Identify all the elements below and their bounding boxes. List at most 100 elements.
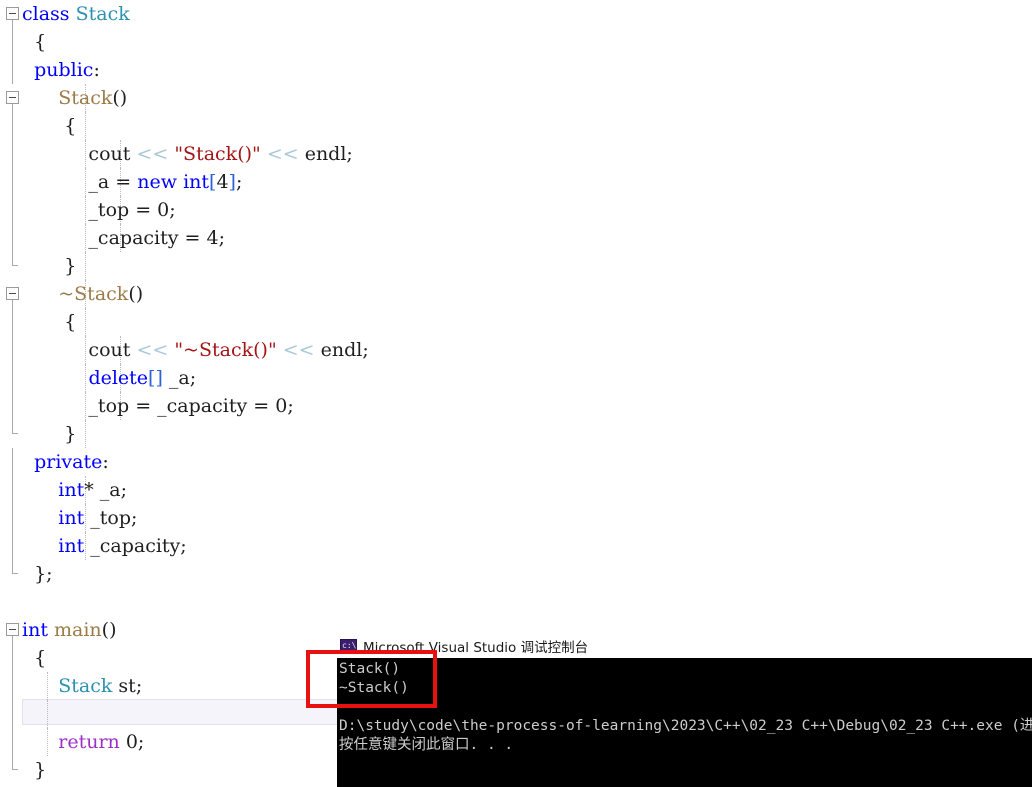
code-line[interactable]: int _top;	[0, 504, 1032, 532]
code-token: []	[148, 367, 163, 389]
editor-gutter[interactable]	[0, 728, 22, 756]
code-token: 4	[216, 171, 229, 193]
code-line[interactable]: class Stack	[0, 0, 1032, 28]
editor-gutter[interactable]	[0, 252, 22, 280]
code-token: class	[22, 3, 76, 25]
code-line-text: }	[22, 756, 46, 784]
editor-gutter[interactable]	[0, 224, 22, 252]
console-titlebar[interactable]: Microsoft Visual Studio 调试控制台	[337, 634, 1032, 658]
code-line[interactable]: {	[0, 28, 1032, 56]
code-line[interactable]: _top = 0;	[0, 196, 1032, 224]
editor-gutter[interactable]	[0, 420, 22, 448]
code-token: <<	[136, 143, 169, 165]
code-token: ;	[169, 199, 176, 221]
code-line[interactable]: };	[0, 560, 1032, 588]
code-line-text: delete[] _a;	[22, 364, 196, 392]
code-line[interactable]: _a = new int[4];	[0, 168, 1032, 196]
code-line-text: _top = _capacity = 0;	[22, 392, 293, 420]
code-token: Stack	[58, 87, 113, 109]
code-line[interactable]: ~Stack()	[0, 280, 1032, 308]
code-token: 0	[157, 199, 170, 221]
editor-gutter[interactable]	[0, 84, 22, 112]
fold-guide-line	[12, 532, 13, 560]
code-line[interactable]: int _capacity;	[0, 532, 1032, 560]
code-token: public	[22, 59, 94, 81]
code-line[interactable]: cout << "Stack()" << endl;	[0, 140, 1032, 168]
console-output-line: 按任意键关闭此窗口. . .	[339, 737, 514, 753]
fold-guide-end	[12, 420, 18, 434]
code-line[interactable]	[0, 588, 1032, 616]
code-line[interactable]: _capacity = 4;	[0, 224, 1032, 252]
debug-console-window[interactable]: Microsoft Visual Studio 调试控制台 Stack() ~St…	[337, 634, 1032, 787]
code-token: return	[58, 731, 120, 753]
code-line-text: };	[22, 560, 53, 588]
editor-gutter[interactable]	[0, 504, 22, 532]
code-token: cout	[22, 143, 137, 165]
code-token: _top = _capacity =	[22, 395, 276, 417]
editor-gutter[interactable]	[0, 0, 22, 28]
code-line[interactable]: }	[0, 420, 1032, 448]
code-token: _capacity;	[84, 535, 187, 557]
code-line[interactable]: Stack()	[0, 84, 1032, 112]
editor-gutter[interactable]	[0, 560, 22, 588]
code-token: {	[22, 311, 77, 333]
code-token: };	[22, 563, 53, 585]
code-token: _a =	[22, 171, 138, 193]
code-line[interactable]: private:	[0, 448, 1032, 476]
editor-gutter[interactable]	[0, 700, 22, 728]
code-line-text: int _top;	[22, 504, 137, 532]
code-token: st;	[112, 675, 143, 697]
code-line[interactable]: delete[] _a;	[0, 364, 1032, 392]
code-line[interactable]: int* _a;	[0, 476, 1032, 504]
console-output-area[interactable]: Stack() ~Stack() D:\study\code\the-process…	[337, 658, 1032, 787]
editor-gutter[interactable]	[0, 616, 22, 644]
fold-collapse-icon[interactable]	[6, 287, 19, 300]
editor-gutter[interactable]	[0, 28, 22, 56]
editor-gutter[interactable]	[0, 448, 22, 476]
code-line-text: {	[22, 308, 76, 336]
code-line-text: private:	[22, 448, 109, 476]
code-line[interactable]: {	[0, 112, 1032, 140]
editor-gutter[interactable]	[0, 672, 22, 700]
code-line-text: {	[22, 28, 46, 56]
code-token: "Stack()"	[168, 143, 261, 165]
editor-gutter[interactable]	[0, 308, 22, 336]
editor-gutter[interactable]	[0, 644, 22, 672]
code-token: :	[102, 451, 109, 473]
editor-gutter[interactable]	[0, 532, 22, 560]
editor-gutter[interactable]	[0, 56, 22, 84]
editor-gutter[interactable]	[0, 364, 22, 392]
editor-gutter[interactable]	[0, 140, 22, 168]
code-token: ()	[128, 283, 144, 305]
editor-gutter[interactable]	[0, 476, 22, 504]
code-token: int	[58, 535, 85, 557]
code-line-text: _capacity = 4;	[22, 224, 225, 252]
console-output-line: D:\study\code\the-process-of-learning\20…	[339, 718, 1032, 734]
editor-gutter[interactable]	[0, 336, 22, 364]
code-token: <<	[136, 339, 169, 361]
code-token: {	[22, 115, 77, 137]
fold-collapse-icon[interactable]	[6, 91, 19, 104]
code-line-text: int main()	[22, 616, 117, 644]
code-line[interactable]: cout << "~Stack()" << endl;	[0, 336, 1032, 364]
code-line[interactable]: }	[0, 252, 1032, 280]
editor-gutter[interactable]	[0, 588, 22, 616]
editor-gutter[interactable]	[0, 168, 22, 196]
editor-gutter[interactable]	[0, 196, 22, 224]
code-line[interactable]: _top = _capacity = 0;	[0, 392, 1032, 420]
code-line-text: class Stack	[22, 0, 130, 28]
code-line[interactable]: {	[0, 308, 1032, 336]
fold-guide-line	[12, 336, 13, 364]
editor-gutter[interactable]	[0, 392, 22, 420]
code-token: main	[54, 619, 102, 641]
code-token: _top;	[84, 507, 138, 529]
fold-collapse-icon[interactable]	[6, 7, 19, 20]
code-line[interactable]: public:	[0, 56, 1032, 84]
fold-collapse-icon[interactable]	[6, 623, 19, 636]
editor-gutter[interactable]	[0, 756, 22, 784]
editor-gutter[interactable]	[0, 112, 22, 140]
editor-gutter[interactable]	[0, 280, 22, 308]
